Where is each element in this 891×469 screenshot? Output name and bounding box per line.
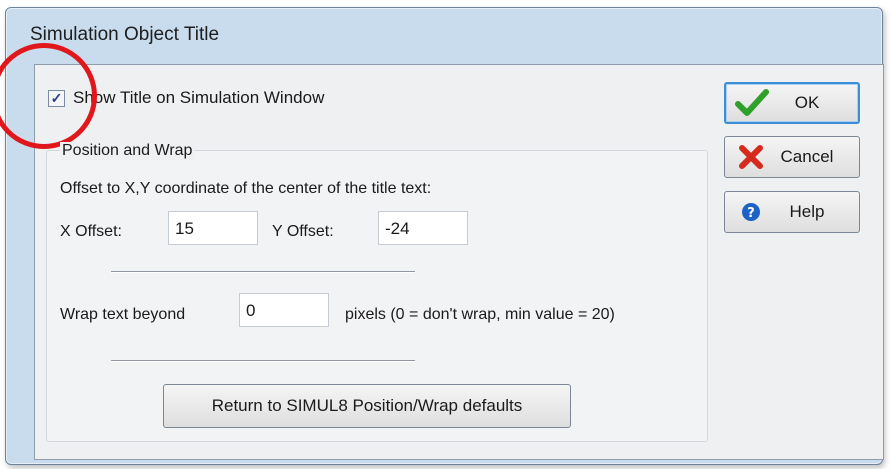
cancel-button[interactable]: Cancel: [724, 136, 860, 178]
y-offset-label: Y Offset:: [272, 223, 334, 240]
svg-text:?: ?: [747, 206, 755, 221]
show-title-label: Show Title on Simulation Window: [73, 88, 325, 107]
cancel-button-label: Cancel: [780, 147, 834, 166]
help-button-label: Help: [789, 202, 825, 221]
wrap-hint: pixels (0 = don't wrap, min value = 20): [345, 306, 615, 323]
y-offset-input[interactable]: -24: [378, 211, 468, 245]
ok-button-label: OK: [794, 93, 820, 112]
wrap-width-input[interactable]: 0: [239, 293, 329, 327]
ok-button[interactable]: OK: [724, 82, 860, 124]
restore-defaults-button[interactable]: Return to SIMUL8 Position/Wrap defaults: [163, 384, 571, 428]
green-checkmark-icon: [732, 89, 772, 117]
x-offset-label: X Offset:: [60, 223, 122, 240]
wrap-label: Wrap text beyond: [60, 306, 186, 323]
separator-top: [111, 271, 415, 273]
dialog-title: Simulation Object Title: [30, 24, 220, 45]
position-wrap-group-title: Position and Wrap: [60, 142, 195, 160]
x-offset-input[interactable]: 15: [168, 211, 258, 245]
offset-description: Offset to X,Y coordinate of the center o…: [60, 180, 432, 197]
blue-help-icon: ?: [731, 202, 771, 222]
help-button[interactable]: ? Help: [724, 191, 860, 233]
red-x-icon: [731, 144, 771, 170]
separator-bottom: [111, 360, 415, 362]
